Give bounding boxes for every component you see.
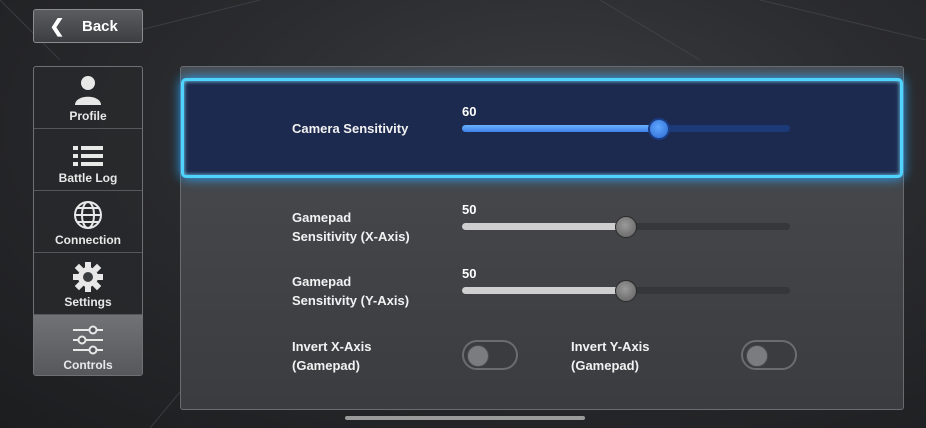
chevron-left-icon: ❮ [49,15,65,36]
sidebar-item-profile[interactable]: Profile [34,67,142,129]
gamepad-x-label: Gamepad Sensitivity (X-Axis) [292,208,410,246]
sidebar-item-label: Connection [55,233,121,247]
sidebar-item-label: Profile [69,109,107,123]
sidebar-item-label: Controls [63,358,113,372]
slider-thumb[interactable] [615,279,637,302]
invert-y-toggle[interactable] [741,340,797,370]
gamepad-x-label-line2: Sensitivity (X-Axis) [292,229,410,244]
toggle-knob [746,345,768,367]
gamepad-x-slider[interactable] [462,215,790,238]
sliders-icon [73,325,103,355]
back-button[interactable]: ❮ Back [33,9,143,43]
invert-x-toggle[interactable] [462,340,518,370]
person-icon [75,76,101,105]
sidebar-item-controls[interactable]: Controls [34,315,142,375]
invert-y-label-line2: (Gamepad) [571,358,639,373]
gamepad-y-slider[interactable] [462,279,790,302]
sidebar-item-label: Settings [64,295,112,309]
horizontal-scrollbar[interactable] [345,416,585,420]
list-icon [73,146,103,166]
invert-y-label: Invert Y-Axis (Gamepad) [571,337,650,375]
invert-x-label: Invert X-Axis (Gamepad) [292,337,371,375]
sidebar-item-battle-log[interactable]: Battle Log [34,129,142,191]
invert-x-label-line2: (Gamepad) [292,358,360,373]
sidebar-item-label: Battle Log [58,171,118,185]
invert-x-label-line1: Invert X-Axis [292,339,372,354]
invert-y-label-line1: Invert Y-Axis [571,339,650,354]
gamepad-x-value: 50 [462,202,477,217]
gear-icon [73,262,103,292]
gamepad-y-label-line1: Gamepad [292,274,352,289]
globe-icon [74,201,102,229]
camera-sensitivity-label: Camera Sensitivity [292,121,409,136]
sidebar-item-connection[interactable]: Connection [34,191,142,253]
gamepad-y-label: Gamepad Sensitivity (Y-Axis) [292,272,409,310]
gamepad-y-value: 50 [462,266,477,281]
back-label: Back [82,17,118,35]
slider-fill [462,223,626,230]
slider-thumb[interactable] [615,215,637,238]
sidebar-item-settings[interactable]: Settings [34,253,142,315]
toggle-knob [467,345,489,367]
gamepad-x-label-line1: Gamepad [292,210,352,225]
camera-sensitivity-value: 60 [462,104,477,119]
slider-thumb[interactable] [647,117,670,140]
sidebar: Profile Battle Log Connection Settings C… [33,66,143,376]
slider-fill [462,125,659,132]
gamepad-y-label-line2: Sensitivity (Y-Axis) [292,293,410,308]
slider-fill [462,287,626,294]
camera-sensitivity-slider[interactable] [462,117,790,140]
